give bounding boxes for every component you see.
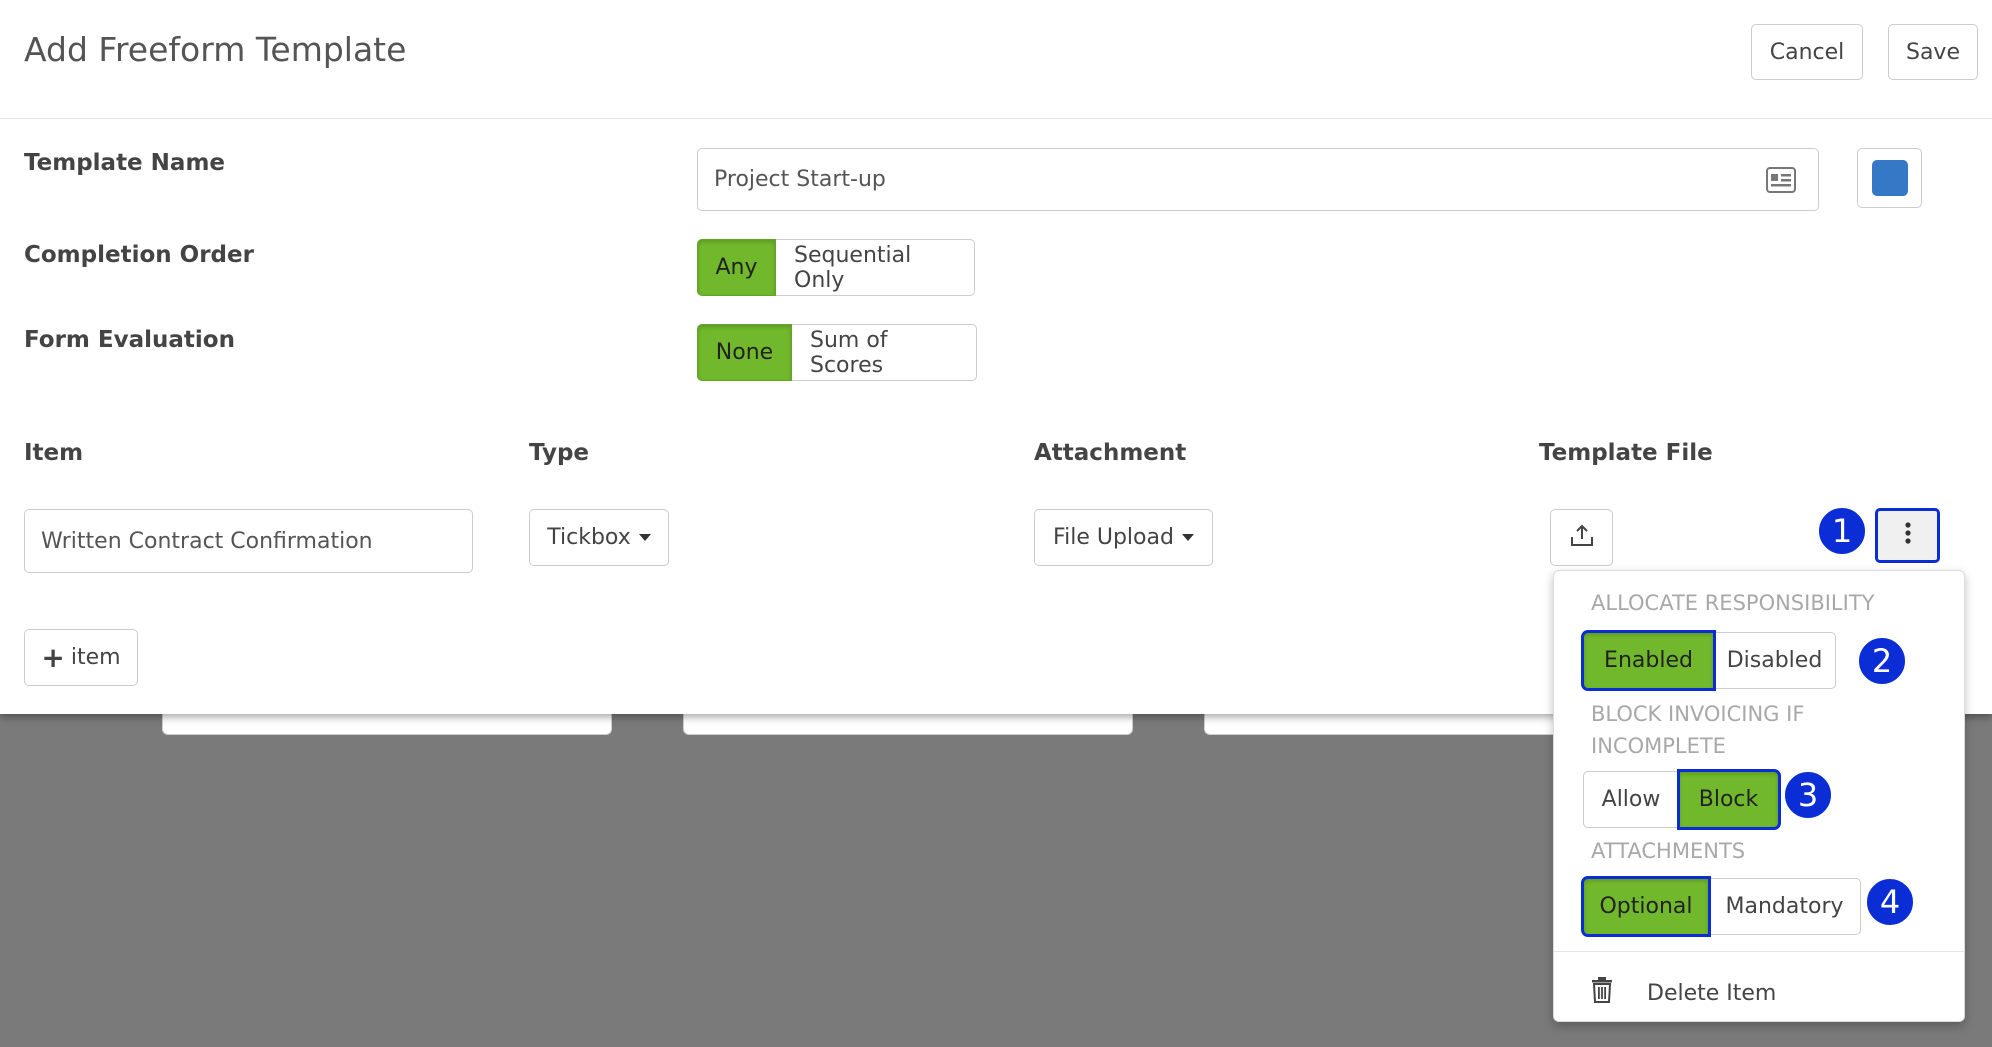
allocate-enabled-option[interactable]: Enabled bbox=[1581, 630, 1716, 691]
annotation-badge-3: 3 bbox=[1783, 770, 1833, 820]
template-name-label: Template Name bbox=[24, 150, 226, 176]
form-evaluation-none[interactable]: None bbox=[697, 324, 792, 381]
template-name-value: Project Start-up bbox=[714, 167, 886, 192]
plus-icon: + bbox=[41, 640, 65, 674]
completion-order-toggle: Any Sequential Only bbox=[697, 239, 975, 296]
attachments-heading: ATTACHMENTS bbox=[1591, 839, 1746, 863]
menu-divider bbox=[1554, 951, 1964, 952]
item-name-value: Written Contract Confirmation bbox=[41, 528, 373, 554]
block-invoicing-block-option[interactable]: Block bbox=[1677, 769, 1781, 830]
block-invoicing-toggle: Allow Block bbox=[1583, 769, 1781, 830]
caret-down-icon bbox=[1181, 534, 1194, 541]
add-item-button[interactable]: + item bbox=[24, 629, 138, 686]
attachment-type-value: File Upload bbox=[1053, 525, 1174, 550]
vertical-ellipsis-icon bbox=[1904, 521, 1912, 551]
column-header-template-file: Template File bbox=[1539, 440, 1713, 466]
block-invoicing-heading: BLOCK INVOICING IF INCOMPLETE bbox=[1591, 702, 1805, 758]
attachment-type-dropdown[interactable]: File Upload bbox=[1034, 509, 1213, 566]
color-picker-button[interactable] bbox=[1857, 148, 1922, 208]
form-evaluation-label: Form Evaluation bbox=[24, 327, 235, 353]
trash-icon bbox=[1591, 977, 1613, 1009]
form-evaluation-sum[interactable]: Sum of Scores bbox=[792, 324, 977, 381]
item-name-input[interactable]: Written Contract Confirmation bbox=[24, 509, 473, 573]
save-button[interactable]: Save bbox=[1888, 24, 1978, 80]
delete-item-menu-item[interactable]: Delete Item bbox=[1591, 968, 1776, 1018]
template-file-upload-button[interactable] bbox=[1550, 509, 1613, 566]
completion-order-any[interactable]: Any bbox=[697, 239, 776, 296]
item-options-menu: ALLOCATE RESPONSIBILITY Enabled Disabled… bbox=[1553, 570, 1965, 1022]
add-item-label: item bbox=[70, 645, 121, 670]
column-header-type: Type bbox=[529, 440, 590, 466]
block-invoicing-allow-option[interactable]: Allow bbox=[1583, 771, 1679, 828]
allocate-responsibility-heading: ALLOCATE RESPONSIBILITY bbox=[1591, 591, 1875, 615]
attachments-mandatory-option[interactable]: Mandatory bbox=[1709, 878, 1861, 935]
attachments-optional-option[interactable]: Optional bbox=[1581, 876, 1711, 937]
item-type-value: Tickbox bbox=[547, 525, 631, 550]
item-menu-button[interactable] bbox=[1875, 508, 1940, 563]
column-header-item: Item bbox=[24, 440, 84, 466]
annotation-badge-1: 1 bbox=[1817, 506, 1867, 556]
attachments-toggle: Optional Mandatory bbox=[1581, 876, 1861, 937]
annotation-badge-4: 4 bbox=[1865, 877, 1915, 927]
allocate-disabled-option[interactable]: Disabled bbox=[1714, 632, 1836, 689]
completion-order-label: Completion Order bbox=[24, 242, 254, 268]
id-card-icon bbox=[1766, 167, 1796, 199]
delete-item-label: Delete Item bbox=[1647, 980, 1777, 1006]
annotation-badge-2: 2 bbox=[1857, 636, 1907, 686]
caret-down-icon bbox=[638, 534, 651, 541]
cancel-button[interactable]: Cancel bbox=[1751, 24, 1863, 80]
allocate-responsibility-toggle: Enabled Disabled bbox=[1581, 630, 1836, 691]
completion-order-sequential[interactable]: Sequential Only bbox=[776, 239, 975, 296]
modal-header: Add Freeform Template Cancel Save bbox=[0, 0, 1992, 119]
modal-title: Add Freeform Template bbox=[24, 30, 407, 69]
upload-icon bbox=[1569, 522, 1595, 554]
template-name-input[interactable]: Project Start-up bbox=[697, 148, 1819, 211]
column-header-attachment: Attachment bbox=[1034, 440, 1187, 466]
item-type-dropdown[interactable]: Tickbox bbox=[529, 509, 669, 566]
form-evaluation-toggle: None Sum of Scores bbox=[697, 324, 977, 381]
color-swatch bbox=[1871, 160, 1908, 196]
